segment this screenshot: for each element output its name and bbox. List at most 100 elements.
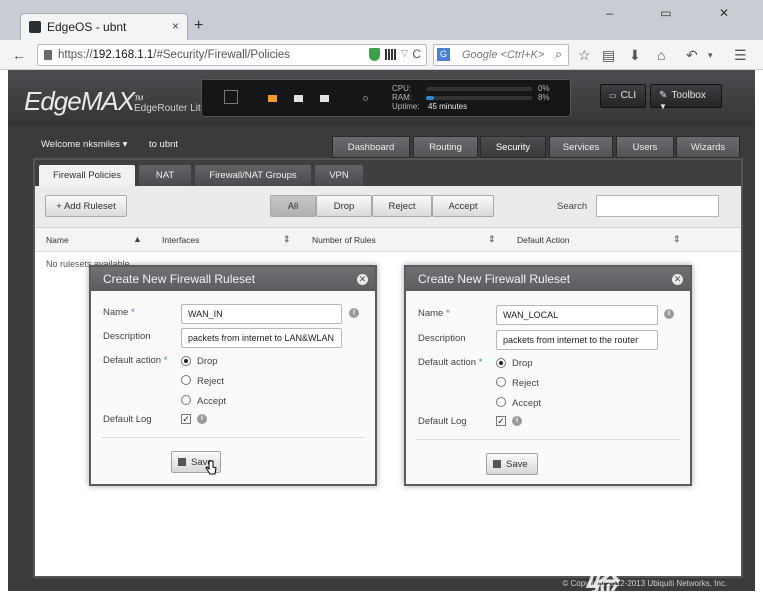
tab-close-icon[interactable]: × xyxy=(172,19,179,33)
divider xyxy=(101,437,365,438)
url-host: 192.168.1.1 xyxy=(92,49,154,61)
sort-icon[interactable]: ⇕ xyxy=(673,234,681,245)
description-input[interactable]: packets from internet to the router xyxy=(496,330,658,350)
search-input[interactable]: G Google <Ctrl+K> ⌕ xyxy=(433,44,569,66)
ruleset-search-input[interactable] xyxy=(596,195,719,217)
search-label: Search xyxy=(557,201,588,212)
subtab-nat[interactable]: NAT xyxy=(139,165,191,186)
col-name[interactable]: Name xyxy=(46,235,69,245)
sort-icon[interactable]: ⇕ xyxy=(488,234,496,245)
radio-accept[interactable] xyxy=(496,397,506,407)
subtab-firewall-nat-groups[interactable]: Firewall/NAT Groups xyxy=(195,165,311,186)
share-dropdown-icon[interactable]: ▾ xyxy=(708,50,713,61)
welcome-text[interactable]: Welcome nksmiles ▾ xyxy=(41,139,127,150)
info-icon[interactable]: i xyxy=(349,308,359,318)
info-icon[interactable]: i xyxy=(197,414,207,424)
ruleset-toolbar: + Add Ruleset All Drop Reject Accept Sea… xyxy=(35,186,741,228)
default-log-checkbox[interactable]: ✓ xyxy=(181,414,191,424)
save-icon xyxy=(493,460,501,468)
sort-asc-icon[interactable]: ▲ xyxy=(133,234,142,244)
default-log-checkbox[interactable]: ✓ xyxy=(496,416,506,426)
download-icon[interactable]: ⬇ xyxy=(629,47,641,64)
menu-icon[interactable]: ☰ xyxy=(734,47,747,64)
tab-security[interactable]: Security xyxy=(480,136,546,158)
col-interfaces[interactable]: Interfaces xyxy=(162,235,199,245)
url-dropdown-icon[interactable]: ▽ xyxy=(401,48,408,59)
device-name: EdgeRouter Lite xyxy=(134,103,207,114)
description-input[interactable]: packets from internet to LAN&WLAN xyxy=(181,328,342,348)
default-log-label: Default Log xyxy=(103,414,152,425)
toolbox-button[interactable]: ✎ Toolbox ▼ xyxy=(650,84,722,111)
ram-label: RAM: xyxy=(392,93,412,102)
tab-title: EdgeOS - ubnt xyxy=(47,20,127,34)
radio-accept-label: Accept xyxy=(512,398,542,409)
description-label: Description xyxy=(418,333,466,344)
tab-dashboard[interactable]: Dashboard xyxy=(332,136,410,158)
save-button[interactable]: Save xyxy=(486,453,538,475)
cpu-value: 0% xyxy=(538,84,550,93)
radio-reject[interactable] xyxy=(496,377,506,387)
name-input[interactable]: WAN_LOCAL xyxy=(496,305,658,325)
info-icon[interactable]: i xyxy=(664,309,674,319)
name-label: Name * xyxy=(103,307,135,318)
browser-tab[interactable]: EdgeOS - ubnt × xyxy=(20,13,188,40)
browser-navbar: ← https://192.168.1.1/#Security/Firewall… xyxy=(0,40,763,70)
subtab-vpn[interactable]: VPN xyxy=(315,165,363,186)
create-ruleset-dialog-wan-local: Create New Firewall Ruleset ✕ Name * WAN… xyxy=(404,265,692,486)
url-bar[interactable]: https://192.168.1.1/#Security/Firewall/P… xyxy=(37,44,427,66)
search-placeholder: Google <Ctrl+K> xyxy=(462,49,545,61)
reload-button[interactable]: C xyxy=(412,47,421,61)
filter-drop-button[interactable]: Drop xyxy=(316,195,372,217)
qr-icon[interactable] xyxy=(385,49,396,60)
browser-tabbar: EdgeOS - ubnt × + – ▭ ✕ xyxy=(0,0,763,40)
radio-drop-label: Drop xyxy=(197,356,218,367)
uptime-label: Uptime: xyxy=(392,102,420,111)
col-default-action[interactable]: Default Action xyxy=(517,235,569,245)
new-tab-button[interactable]: + xyxy=(194,17,203,35)
tab-routing[interactable]: Routing xyxy=(413,136,478,158)
cpu-label: CPU: xyxy=(392,84,412,93)
col-number-of-rules[interactable]: Number of Rules xyxy=(312,235,376,245)
dialog-title: Create New Firewall Ruleset xyxy=(91,267,375,291)
sub-tabs: Firewall Policies NAT Firewall/NAT Group… xyxy=(35,160,741,186)
radio-accept[interactable] xyxy=(181,395,191,405)
sort-icon[interactable]: ⇕ xyxy=(283,234,291,245)
tab-users[interactable]: Users xyxy=(616,136,674,158)
port-eth2-icon xyxy=(320,95,329,102)
cli-button[interactable]: ▭ CLI xyxy=(600,84,646,108)
app-header: EdgeMAXTM EdgeRouter Lite CPU: 0% RAM: 8… xyxy=(8,70,755,126)
close-icon[interactable]: ✕ xyxy=(672,274,683,285)
radio-drop[interactable] xyxy=(181,356,191,366)
filter-accept-button[interactable]: Accept xyxy=(432,195,494,217)
radio-accept-label: Accept xyxy=(197,396,227,407)
radio-drop-label: Drop xyxy=(512,358,533,369)
add-ruleset-button[interactable]: + Add Ruleset xyxy=(45,195,127,217)
name-label: Name * xyxy=(418,308,450,319)
back-button[interactable]: ← xyxy=(12,47,26,63)
info-icon[interactable]: i xyxy=(512,416,522,426)
close-icon[interactable]: ✕ xyxy=(357,274,368,285)
share-icon[interactable]: ↶ xyxy=(686,47,698,64)
radio-reject[interactable] xyxy=(181,375,191,385)
shield-icon[interactable] xyxy=(369,48,380,61)
home-icon[interactable]: ⌂ xyxy=(657,47,665,63)
url-path: /#Security/Firewall/Policies xyxy=(153,49,291,61)
divider xyxy=(416,439,680,440)
tab-wizards[interactable]: Wizards xyxy=(676,136,740,158)
tab-services[interactable]: Services xyxy=(549,136,613,158)
filter-all-button[interactable]: All xyxy=(270,195,316,217)
filter-reject-button[interactable]: Reject xyxy=(372,195,432,217)
bookmarks-icon[interactable]: ▤ xyxy=(602,47,615,64)
ram-bar xyxy=(426,96,532,100)
edgemax-logo: EdgeMAXTM xyxy=(24,86,143,116)
subtab-firewall-policies[interactable]: Firewall Policies xyxy=(39,165,135,186)
radio-drop[interactable] xyxy=(496,358,506,368)
save-icon xyxy=(178,458,186,466)
target-text: to ubnt xyxy=(149,139,179,150)
table-header: Name ▲ Interfaces ⇕ Number of Rules ⇕ De… xyxy=(35,228,741,252)
search-icon[interactable]: ⌕ xyxy=(555,47,562,62)
star-icon[interactable]: ☆ xyxy=(578,47,591,64)
device-icon xyxy=(224,90,238,104)
window-controls[interactable]: – ▭ ✕ xyxy=(606,6,751,20)
name-input[interactable]: WAN_IN xyxy=(181,304,342,324)
